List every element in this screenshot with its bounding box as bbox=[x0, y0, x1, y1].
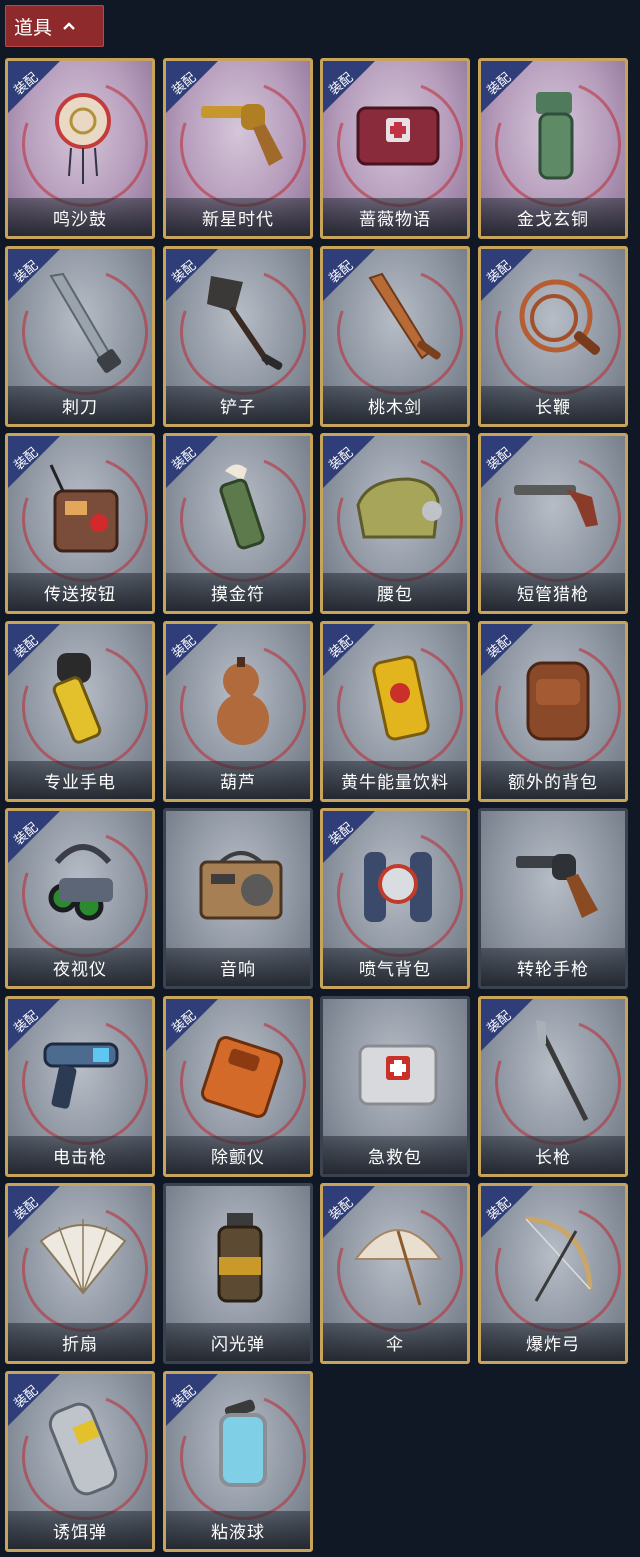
equipped-badge: 装配 bbox=[323, 811, 378, 866]
item-name: 专业手电 bbox=[8, 761, 152, 799]
item-name: 伞 bbox=[323, 1323, 467, 1361]
item-card[interactable]: 装配 长鞭 bbox=[478, 246, 628, 427]
item-card[interactable]: 装配 葫芦 bbox=[163, 621, 313, 802]
item-card[interactable]: 装配 喷气背包 bbox=[320, 808, 470, 989]
equipped-badge: 装配 bbox=[166, 999, 221, 1054]
item-card[interactable]: 装配 铲子 bbox=[163, 246, 313, 427]
item-card[interactable]: 装配 桃木剑 bbox=[320, 246, 470, 427]
equipped-badge: 装配 bbox=[166, 61, 221, 116]
equipped-badge: 装配 bbox=[481, 1186, 536, 1241]
equipped-badge: 装配 bbox=[166, 436, 221, 491]
item-name: 急救包 bbox=[323, 1136, 467, 1174]
equipped-badge: 装配 bbox=[323, 624, 378, 679]
item-card[interactable]: 装配 黄牛能量饮料 bbox=[320, 621, 470, 802]
first-aid-kit-icon bbox=[348, 1014, 448, 1134]
item-name: 喷气背包 bbox=[323, 948, 467, 986]
item-name: 桃木剑 bbox=[323, 386, 467, 424]
item-card[interactable]: 装配 爆炸弓 bbox=[478, 1183, 628, 1364]
equipped-badge: 装配 bbox=[481, 61, 536, 116]
item-card[interactable]: 装配 新星时代 bbox=[163, 58, 313, 239]
item-name: 电击枪 bbox=[8, 1136, 152, 1174]
equipped-badge: 装配 bbox=[481, 624, 536, 679]
equipped-badge: 装配 bbox=[481, 999, 536, 1054]
item-card[interactable]: 装配 长枪 bbox=[478, 996, 628, 1177]
equipped-badge: 装配 bbox=[8, 1186, 63, 1241]
equipped-badge: 装配 bbox=[323, 436, 378, 491]
item-card[interactable]: 闪光弹 bbox=[163, 1183, 313, 1364]
item-name: 额外的背包 bbox=[481, 761, 625, 799]
item-card[interactable]: 转轮手枪 bbox=[478, 808, 628, 989]
item-name: 新星时代 bbox=[166, 198, 310, 236]
item-card[interactable]: 装配 专业手电 bbox=[5, 621, 155, 802]
equipped-badge: 装配 bbox=[323, 249, 378, 304]
equipped-badge: 装配 bbox=[166, 624, 221, 679]
equipped-badge: 装配 bbox=[481, 249, 536, 304]
item-name: 诱饵弹 bbox=[8, 1511, 152, 1549]
item-name: 粘液球 bbox=[166, 1511, 310, 1549]
item-name: 鸣沙鼓 bbox=[8, 198, 152, 236]
item-name: 夜视仪 bbox=[8, 948, 152, 986]
flashbang-icon bbox=[191, 1201, 291, 1321]
radio-speaker-icon bbox=[191, 826, 291, 946]
equipped-badge: 装配 bbox=[166, 249, 221, 304]
item-card[interactable]: 装配 刺刀 bbox=[5, 246, 155, 427]
item-name: 蔷薇物语 bbox=[323, 198, 467, 236]
item-name: 音响 bbox=[166, 948, 310, 986]
item-name: 传送按钮 bbox=[8, 573, 152, 611]
item-card[interactable]: 装配 诱饵弹 bbox=[5, 1371, 155, 1552]
equipped-badge: 装配 bbox=[8, 811, 63, 866]
item-name: 除颤仪 bbox=[166, 1136, 310, 1174]
item-name: 短管猎枪 bbox=[481, 573, 625, 611]
equipped-badge: 装配 bbox=[323, 61, 378, 116]
equipped-badge: 装配 bbox=[8, 624, 63, 679]
item-name: 爆炸弓 bbox=[481, 1323, 625, 1361]
item-name: 刺刀 bbox=[8, 386, 152, 424]
item-name: 闪光弹 bbox=[166, 1323, 310, 1361]
equipped-badge: 装配 bbox=[8, 436, 63, 491]
item-card[interactable]: 装配 夜视仪 bbox=[5, 808, 155, 989]
item-name: 铲子 bbox=[166, 386, 310, 424]
item-name: 摸金符 bbox=[166, 573, 310, 611]
item-name: 葫芦 bbox=[166, 761, 310, 799]
item-card[interactable]: 装配 粘液球 bbox=[163, 1371, 313, 1552]
item-card[interactable]: 装配 摸金符 bbox=[163, 433, 313, 614]
chevron-up-icon bbox=[63, 22, 75, 30]
equipped-badge: 装配 bbox=[8, 1374, 63, 1429]
item-card[interactable]: 装配 折扇 bbox=[5, 1183, 155, 1364]
item-name: 长枪 bbox=[481, 1136, 625, 1174]
item-card[interactable]: 装配 短管猎枪 bbox=[478, 433, 628, 614]
item-card[interactable]: 装配 传送按钮 bbox=[5, 433, 155, 614]
item-name: 长鞭 bbox=[481, 386, 625, 424]
item-card[interactable]: 装配 鸣沙鼓 bbox=[5, 58, 155, 239]
equipped-badge: 装配 bbox=[8, 249, 63, 304]
equipped-badge: 装配 bbox=[8, 61, 63, 116]
item-card[interactable]: 装配 腰包 bbox=[320, 433, 470, 614]
item-card[interactable]: 急救包 bbox=[320, 996, 470, 1177]
item-card[interactable]: 音响 bbox=[163, 808, 313, 989]
item-card[interactable]: 装配 除颤仪 bbox=[163, 996, 313, 1177]
item-name: 腰包 bbox=[323, 573, 467, 611]
item-card[interactable]: 装配伞 bbox=[320, 1183, 470, 1364]
equipped-badge: 装配 bbox=[323, 1186, 378, 1241]
item-card[interactable]: 装配 电击枪 bbox=[5, 996, 155, 1177]
item-name: 金戈玄铜 bbox=[481, 198, 625, 236]
category-label: 道具 bbox=[14, 16, 53, 39]
equipped-badge: 装配 bbox=[166, 1374, 221, 1429]
item-name: 转轮手枪 bbox=[481, 948, 625, 986]
equipped-badge: 装配 bbox=[8, 999, 63, 1054]
item-name: 黄牛能量饮料 bbox=[323, 761, 467, 799]
item-card[interactable]: 装配 蔷薇物语 bbox=[320, 58, 470, 239]
equipped-badge: 装配 bbox=[481, 436, 536, 491]
revolver-icon bbox=[506, 826, 606, 946]
item-name: 折扇 bbox=[8, 1323, 152, 1361]
item-card[interactable]: 装配 额外的背包 bbox=[478, 621, 628, 802]
items-category-toggle[interactable]: 道具 bbox=[5, 5, 104, 47]
item-card[interactable]: 装配 金戈玄铜 bbox=[478, 58, 628, 239]
